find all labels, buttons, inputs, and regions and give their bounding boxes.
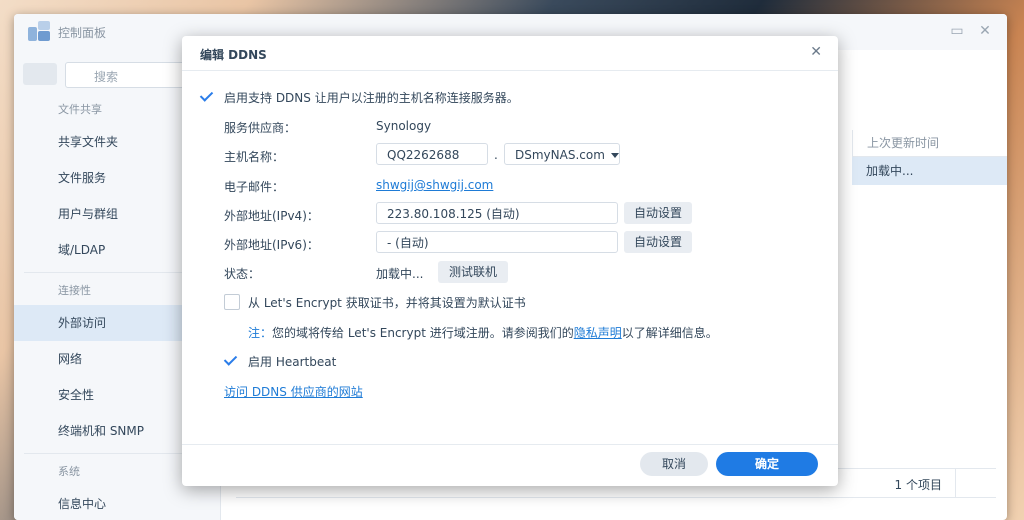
test-connection-button[interactable]: 测试联机 — [438, 261, 508, 283]
hostname-dot: . — [494, 148, 498, 162]
domain-value: DSmyNAS.com — [515, 148, 605, 162]
email-label: 电子邮件： — [224, 180, 285, 194]
enable-ddns-checkbox[interactable] — [200, 89, 214, 103]
close-window-icon[interactable]: ✕ — [977, 23, 993, 39]
ipv4-label: 外部地址(IPv4)： — [224, 209, 319, 223]
item-count: 1 个项目 — [894, 478, 942, 492]
ddns-table: 上次更新时间 加载中... — [852, 130, 1007, 185]
edit-ddns-dialog: 编辑 DDNS ✕ 启用支持 DDNS 让用户以注册的主机名称连接服务器。 服务… — [182, 36, 838, 486]
ipv6-auto-set-button[interactable]: 自动设置 — [624, 231, 692, 253]
ipv6-label: 外部地址(IPv6)： — [224, 238, 319, 252]
control-panel-icon — [28, 21, 50, 41]
maximize-icon[interactable]: ▭ — [949, 23, 965, 39]
column-header-last-update[interactable]: 上次更新时间 — [852, 130, 1007, 157]
dialog-divider — [182, 70, 838, 71]
privacy-link[interactable]: 隐私声明 — [574, 326, 622, 340]
search-placeholder: 搜索 — [94, 70, 119, 84]
enable-ddns-label: 启用支持 DDNS 让用户以注册的主机名称连接服务器。 — [224, 91, 519, 105]
email-link[interactable]: shwgij@shwgij.com — [376, 178, 493, 192]
ipv4-auto-set-button[interactable]: 自动设置 — [624, 202, 692, 224]
ipv4-input[interactable]: 223.80.108.125 (自动) — [376, 202, 618, 224]
sidebar-item-info-center[interactable]: 信息中心 — [14, 486, 220, 520]
heartbeat-label: 启用 Heartbeat — [248, 355, 337, 369]
hostname-label: 主机名称： — [224, 150, 285, 164]
note-line: 注：您的域将传给 Let's Encrypt 进行域注册。请参阅我们的隐私声明以… — [248, 324, 718, 341]
status-value: 加载中... — [376, 267, 424, 281]
domain-select[interactable]: DSmyNAS.com — [504, 143, 620, 165]
dialog-title: 编辑 DDNS — [200, 48, 267, 62]
ok-button[interactable]: 确定 — [716, 452, 818, 476]
hostname-input[interactable]: QQ2262688 — [376, 143, 488, 165]
lets-encrypt-checkbox[interactable] — [224, 294, 240, 310]
close-icon[interactable]: ✕ — [810, 44, 822, 60]
note-suffix: 以了解详细信息。 — [621, 326, 718, 340]
footer-divider — [182, 444, 838, 445]
lets-encrypt-label: 从 Let's Encrypt 获取证书，并将其设置为默认证书 — [248, 296, 526, 310]
visit-provider-link[interactable]: 访问 DDNS 供应商的网站 — [224, 383, 363, 400]
provider-value: Synology — [376, 119, 432, 133]
chevron-down-icon — [610, 153, 619, 158]
note-prefix: 注： — [248, 326, 273, 340]
footer-divider — [955, 469, 956, 497]
note-text: 您的域将传给 Let's Encrypt 进行域注册。请参阅我们的 — [272, 326, 574, 340]
status-label: 状态： — [224, 267, 261, 281]
cancel-button[interactable]: 取消 — [640, 452, 708, 476]
provider-label: 服务供应商： — [224, 121, 297, 135]
home-button[interactable] — [23, 63, 57, 85]
ipv6-input[interactable]: - (自动) — [376, 231, 618, 253]
window-title: 控制面板 — [58, 26, 107, 40]
heartbeat-checkbox[interactable] — [224, 353, 238, 367]
table-row[interactable]: 加载中... — [852, 157, 1007, 185]
